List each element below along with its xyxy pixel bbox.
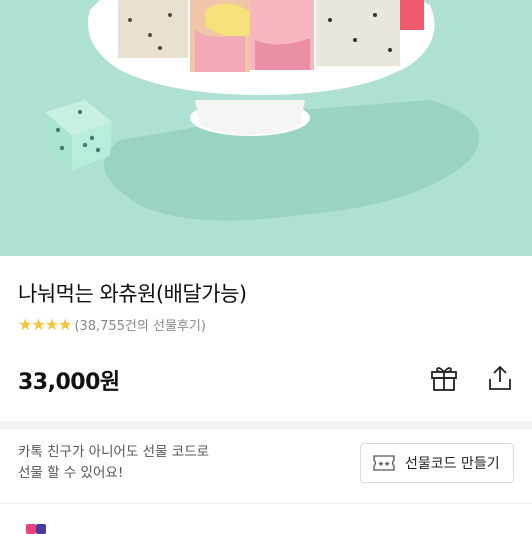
section-divider	[0, 421, 532, 429]
create-gift-code-label: 선물코드 만들기	[405, 456, 500, 472]
gift-icon	[431, 367, 457, 391]
promo-line-2: 선물 할 수 있어요!	[18, 465, 124, 481]
gift-button[interactable]	[426, 360, 462, 396]
gift-code-promo: 카톡 친구가 아니어도 선물 코드로 선물 할 수 있어요!	[18, 442, 209, 484]
rating-row[interactable]: ★ ★ ★ ★ (38,755건의 선물후기)	[18, 315, 206, 334]
ice-cream-cake-illustration	[0, 0, 532, 256]
product-title: 나눠먹는 와츄원(배달가능)	[18, 282, 247, 306]
star-icon: ★	[18, 314, 33, 334]
review-count[interactable]: (38,755건의 선물후기)	[74, 315, 206, 334]
share-icon	[489, 365, 511, 390]
product-price: 33,000원	[18, 370, 120, 395]
share-button[interactable]	[482, 360, 518, 396]
ticket-icon: ★★	[373, 455, 395, 471]
product-hero-image	[0, 0, 532, 256]
promo-line-1: 카톡 친구가 아니어도 선물 코드로	[18, 444, 210, 460]
svg-text:★★: ★★	[378, 460, 391, 468]
star-rating: ★ ★ ★ ★	[18, 314, 73, 334]
section-divider	[0, 503, 532, 504]
create-gift-code-button[interactable]: ★★ 선물코드 만들기	[360, 443, 514, 483]
star-icon: ★	[44, 314, 60, 334]
star-icon: ★	[31, 314, 46, 334]
star-icon: ★	[58, 314, 73, 334]
